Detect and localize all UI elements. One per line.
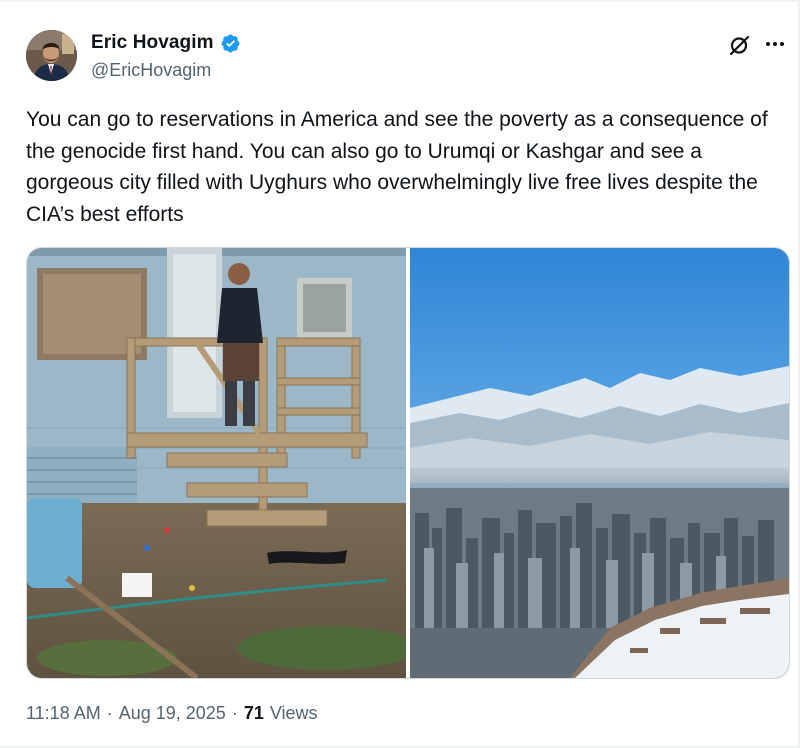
top-divider <box>0 0 800 2</box>
meta-separator-2: · <box>231 703 238 723</box>
views-count[interactable]: 71 <box>244 703 264 724</box>
author-name-row[interactable]: Eric Hovagim <box>91 32 241 54</box>
author-display-name[interactable]: Eric Hovagim <box>91 32 214 54</box>
tweet-media-grid <box>26 247 790 679</box>
grok-icon[interactable] <box>728 33 752 57</box>
verified-badge-icon[interactable] <box>220 33 241 54</box>
tweet-text: You can go to reservations in America an… <box>26 108 768 226</box>
meta-separator: · <box>106 703 113 723</box>
views-label[interactable]: Views <box>270 703 318 724</box>
media-image-urumqi[interactable] <box>410 248 789 678</box>
author-handle[interactable]: @EricHovagim <box>91 60 211 81</box>
tweet-time[interactable]: 11:18 AM <box>26 703 101 724</box>
tweet-date[interactable]: Aug 19, 2025 <box>119 703 226 724</box>
avatar[interactable] <box>26 30 77 81</box>
media-image-reservation[interactable] <box>27 248 417 678</box>
tweet-meta: 11:18 AM · Aug 19, 2025 · 71 Views <box>26 703 318 724</box>
more-options-icon[interactable] <box>763 32 787 56</box>
